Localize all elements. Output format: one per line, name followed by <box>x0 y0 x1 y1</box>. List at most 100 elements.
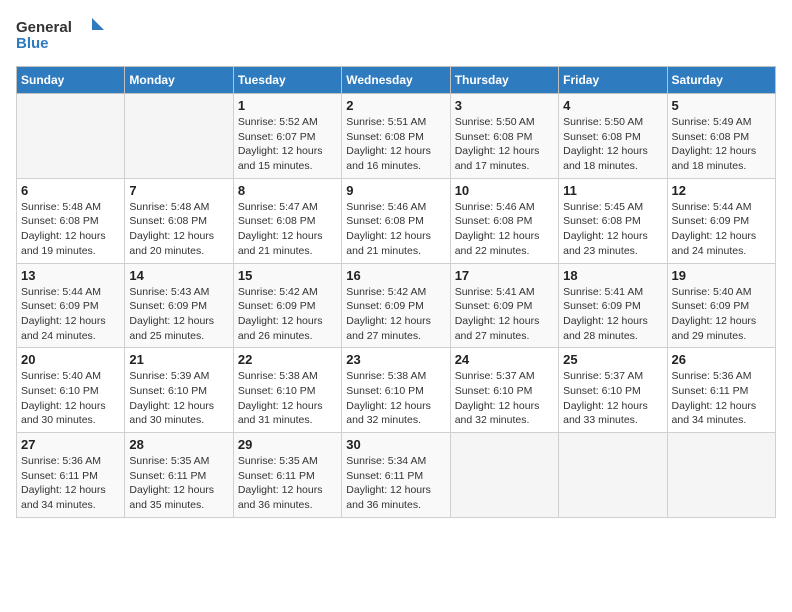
calendar-cell: 21Sunrise: 5:39 AMSunset: 6:10 PMDayligh… <box>125 348 233 433</box>
svg-text:General: General <box>16 19 72 36</box>
day-info: Sunrise: 5:41 AMSunset: 6:09 PMDaylight:… <box>563 285 662 344</box>
day-info: Sunrise: 5:45 AMSunset: 6:08 PMDaylight:… <box>563 200 662 259</box>
day-number: 27 <box>21 437 120 452</box>
calendar-cell: 22 Sunrise: 5:38 AMSunset: 6:10 PMDayligh… <box>233 348 341 433</box>
calendar-cell: 2Sunrise: 5:51 AMSunset: 6:08 PMDaylight… <box>342 94 450 179</box>
calendar-cell: 30Sunrise: 5:34 AMSunset: 6:11 PMDayligh… <box>342 433 450 518</box>
calendar-cell: 4 Sunrise: 5:50 AMSunset: 6:08 PMDaylight… <box>559 94 667 179</box>
day-info: Sunrise: 5:48 AMSunset: 6:08 PMDaylight:… <box>129 200 228 259</box>
weekday-header-saturday: Saturday <box>667 67 775 94</box>
day-number: 12 <box>672 183 771 198</box>
day-number: 11 <box>563 183 662 198</box>
calendar-week-row: 27 Sunrise: 5:36 AMSunset: 6:11 PMDayligh… <box>17 433 776 518</box>
day-info: Sunrise: 5:41 AMSunset: 6:09 PMDaylight:… <box>455 285 554 344</box>
day-info: Sunrise: 5:50 AMSunset: 6:08 PMDaylight:… <box>563 115 662 174</box>
day-number: 16 <box>346 268 445 283</box>
day-info: Sunrise: 5:42 AMSunset: 6:09 PMDaylight:… <box>346 285 445 344</box>
calendar-week-row: 20 Sunrise: 5:40 AMSunset: 6:10 PMDayligh… <box>17 348 776 433</box>
day-info: Sunrise: 5:49 AMSunset: 6:08 PMDaylight:… <box>672 115 771 174</box>
day-number: 23 <box>346 352 445 367</box>
calendar-cell: 14 Sunrise: 5:43 AMSunset: 6:09 PMDayligh… <box>125 263 233 348</box>
page-header: GeneralBlue <box>16 16 776 56</box>
day-number: 21 <box>129 352 228 367</box>
calendar-cell: 16 Sunrise: 5:42 AMSunset: 6:09 PMDayligh… <box>342 263 450 348</box>
day-info: Sunrise: 5:35 AMSunset: 6:11 PMDaylight:… <box>129 454 228 513</box>
calendar-cell: 28 Sunrise: 5:35 AMSunset: 6:11 PMDayligh… <box>125 433 233 518</box>
day-info: Sunrise: 5:40 AMSunset: 6:10 PMDaylight:… <box>21 369 120 428</box>
calendar-cell: 20 Sunrise: 5:40 AMSunset: 6:10 PMDayligh… <box>17 348 125 433</box>
day-number: 22 <box>238 352 337 367</box>
calendar-cell: 27 Sunrise: 5:36 AMSunset: 6:11 PMDayligh… <box>17 433 125 518</box>
day-info: Sunrise: 5:37 AMSunset: 6:10 PMDaylight:… <box>455 369 554 428</box>
weekday-header-tuesday: Tuesday <box>233 67 341 94</box>
calendar-cell <box>667 433 775 518</box>
day-number: 6 <box>21 183 120 198</box>
logo-svg: GeneralBlue <box>16 16 106 56</box>
day-info: Sunrise: 5:38 AMSunset: 6:10 PMDaylight:… <box>346 369 445 428</box>
day-info: Sunrise: 5:46 AMSunset: 6:08 PMDaylight:… <box>455 200 554 259</box>
day-info: Sunrise: 5:47 AMSunset: 6:08 PMDaylight:… <box>238 200 337 259</box>
day-number: 28 <box>129 437 228 452</box>
calendar-cell: 8Sunrise: 5:47 AMSunset: 6:08 PMDaylight… <box>233 178 341 263</box>
calendar-cell: 7 Sunrise: 5:48 AMSunset: 6:08 PMDaylight… <box>125 178 233 263</box>
weekday-header-wednesday: Wednesday <box>342 67 450 94</box>
weekday-header-sunday: Sunday <box>17 67 125 94</box>
day-info: Sunrise: 5:50 AMSunset: 6:08 PMDaylight:… <box>455 115 554 174</box>
day-number: 20 <box>21 352 120 367</box>
calendar-cell: 29 Sunrise: 5:35 AMSunset: 6:11 PMDayligh… <box>233 433 341 518</box>
calendar-cell: 26 Sunrise: 5:36 AMSunset: 6:11 PMDayligh… <box>667 348 775 433</box>
day-info: Sunrise: 5:42 AMSunset: 6:09 PMDaylight:… <box>238 285 337 344</box>
calendar-cell: 15 Sunrise: 5:42 AMSunset: 6:09 PMDayligh… <box>233 263 341 348</box>
day-number: 4 <box>563 98 662 113</box>
calendar-cell: 23 Sunrise: 5:38 AMSunset: 6:10 PMDayligh… <box>342 348 450 433</box>
day-number: 9 <box>346 183 445 198</box>
calendar-cell: 5 Sunrise: 5:49 AMSunset: 6:08 PMDaylight… <box>667 94 775 179</box>
day-number: 3 <box>455 98 554 113</box>
day-info: Sunrise: 5:46 AMSunset: 6:08 PMDaylight:… <box>346 200 445 259</box>
day-number: 25 <box>563 352 662 367</box>
calendar-cell: 24 Sunrise: 5:37 AMSunset: 6:10 PMDayligh… <box>450 348 558 433</box>
calendar-cell: 10 Sunrise: 5:46 AMSunset: 6:08 PMDayligh… <box>450 178 558 263</box>
day-number: 26 <box>672 352 771 367</box>
day-info: Sunrise: 5:52 AMSunset: 6:07 PMDaylight:… <box>238 115 337 174</box>
day-info: Sunrise: 5:38 AMSunset: 6:10 PMDaylight:… <box>238 369 337 428</box>
calendar-cell: 17 Sunrise: 5:41 AMSunset: 6:09 PMDayligh… <box>450 263 558 348</box>
day-number: 1 <box>238 98 337 113</box>
day-info: Sunrise: 5:44 AMSunset: 6:09 PMDaylight:… <box>672 200 771 259</box>
day-number: 29 <box>238 437 337 452</box>
day-number: 17 <box>455 268 554 283</box>
calendar-cell: 12 Sunrise: 5:44 AMSunset: 6:09 PMDayligh… <box>667 178 775 263</box>
day-info: Sunrise: 5:43 AMSunset: 6:09 PMDaylight:… <box>129 285 228 344</box>
calendar-table: SundayMondayTuesdayWednesdayThursdayFrid… <box>16 66 776 518</box>
calendar-cell: 25 Sunrise: 5:37 AMSunset: 6:10 PMDayligh… <box>559 348 667 433</box>
day-number: 15 <box>238 268 337 283</box>
svg-text:Blue: Blue <box>16 35 49 52</box>
day-info: Sunrise: 5:37 AMSunset: 6:10 PMDaylight:… <box>563 369 662 428</box>
day-number: 30 <box>346 437 445 452</box>
calendar-cell: 11 Sunrise: 5:45 AMSunset: 6:08 PMDayligh… <box>559 178 667 263</box>
day-number: 14 <box>129 268 228 283</box>
day-info: Sunrise: 5:36 AMSunset: 6:11 PMDaylight:… <box>21 454 120 513</box>
calendar-cell: 13Sunrise: 5:44 AMSunset: 6:09 PMDayligh… <box>17 263 125 348</box>
day-number: 10 <box>455 183 554 198</box>
calendar-cell <box>450 433 558 518</box>
day-info: Sunrise: 5:40 AMSunset: 6:09 PMDaylight:… <box>672 285 771 344</box>
day-info: Sunrise: 5:36 AMSunset: 6:11 PMDaylight:… <box>672 369 771 428</box>
calendar-week-row: 6 Sunrise: 5:48 AMSunset: 6:08 PMDaylight… <box>17 178 776 263</box>
calendar-week-row: 13Sunrise: 5:44 AMSunset: 6:09 PMDayligh… <box>17 263 776 348</box>
day-number: 7 <box>129 183 228 198</box>
weekday-header-friday: Friday <box>559 67 667 94</box>
day-info: Sunrise: 5:35 AMSunset: 6:11 PMDaylight:… <box>238 454 337 513</box>
day-info: Sunrise: 5:44 AMSunset: 6:09 PMDaylight:… <box>21 285 120 344</box>
weekday-header-monday: Monday <box>125 67 233 94</box>
logo: GeneralBlue <box>16 16 106 56</box>
calendar-week-row: 1 Sunrise: 5:52 AMSunset: 6:07 PMDaylight… <box>17 94 776 179</box>
weekday-header-thursday: Thursday <box>450 67 558 94</box>
day-number: 5 <box>672 98 771 113</box>
calendar-cell <box>559 433 667 518</box>
day-number: 24 <box>455 352 554 367</box>
weekday-header-row: SundayMondayTuesdayWednesdayThursdayFrid… <box>17 67 776 94</box>
calendar-cell: 1 Sunrise: 5:52 AMSunset: 6:07 PMDaylight… <box>233 94 341 179</box>
calendar-cell: 9 Sunrise: 5:46 AMSunset: 6:08 PMDaylight… <box>342 178 450 263</box>
day-number: 2 <box>346 98 445 113</box>
